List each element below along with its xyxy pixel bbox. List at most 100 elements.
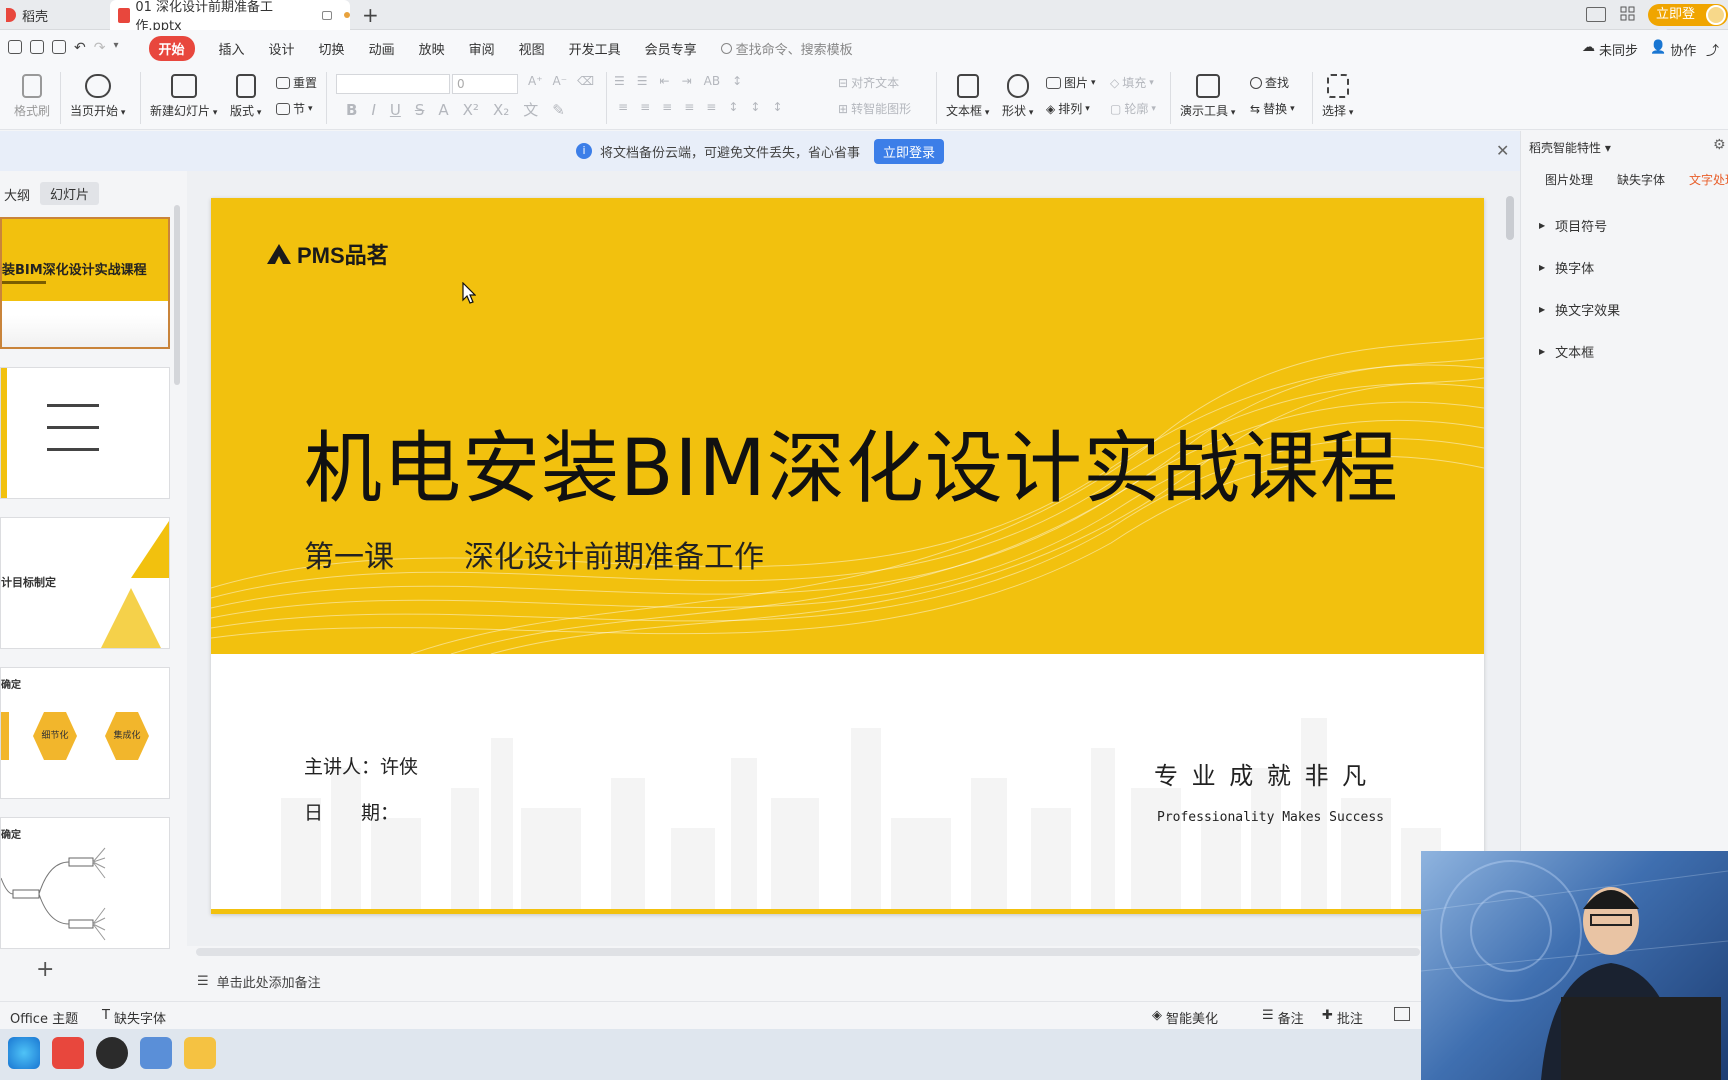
format-painter-button[interactable]: 格式刷 bbox=[14, 74, 50, 119]
subscript-icon[interactable]: X₂ bbox=[493, 101, 509, 119]
tab-current-file[interactable]: 01 深化设计前期准备工作.pptx bbox=[110, 0, 350, 34]
underline-icon[interactable]: U bbox=[390, 101, 401, 119]
panel-item-textbox[interactable]: ▶ 文本框 bbox=[1539, 342, 1594, 361]
slide-thumbnail-1[interactable]: 装BIM深化设计实战课程 bbox=[0, 217, 170, 349]
command-search[interactable]: 查找命令、搜索模板 bbox=[720, 39, 853, 58]
highlight-icon[interactable]: ✎ bbox=[552, 101, 565, 119]
notice-login-button[interactable]: 立即登录 bbox=[874, 138, 945, 164]
tab-outline[interactable]: 大纲 bbox=[4, 185, 30, 204]
smart-shape-button[interactable]: ⊞ 转智能图形 bbox=[838, 100, 911, 117]
bullet-list-icon[interactable]: ☰ bbox=[614, 74, 625, 88]
canvas-horizontal-scrollbar[interactable] bbox=[196, 948, 1420, 956]
select-button[interactable]: 选择 ▾ bbox=[1322, 74, 1353, 119]
font-size-select[interactable]: 0 bbox=[452, 74, 518, 94]
picture-button[interactable]: 图片 ▾ bbox=[1046, 74, 1096, 91]
print-preview-icon[interactable] bbox=[52, 40, 66, 54]
tab-docer-home[interactable]: 稻壳 bbox=[0, 0, 100, 30]
slide-thumbnail-2[interactable] bbox=[0, 367, 170, 499]
reset-button[interactable]: 重置 bbox=[276, 74, 317, 91]
decrease-indent-icon[interactable]: ⇤ bbox=[660, 74, 670, 88]
slide-thumbnail-3[interactable]: 计目标制定 bbox=[0, 517, 170, 649]
fill-button[interactable]: ◇ 填充 ▾ bbox=[1110, 74, 1154, 91]
slide-canvas[interactable]: PMS品茗 机电安装BIM深化设计实战课程 第一课 深化设计前期准备工作 主讲人… bbox=[211, 198, 1484, 914]
layout-icon[interactable] bbox=[1586, 7, 1606, 22]
italic-icon[interactable]: I bbox=[371, 101, 375, 119]
menu-animation[interactable]: 动画 bbox=[369, 39, 395, 58]
arrange-button[interactable]: ◈ 排列 ▾ bbox=[1046, 100, 1090, 117]
file-explorer-icon[interactable] bbox=[184, 1037, 216, 1069]
notes-toggle-button[interactable]: ☰ 备注 bbox=[1262, 1008, 1304, 1027]
text-direction-icon[interactable]: AB bbox=[704, 74, 720, 88]
align-left-icon[interactable]: ≡ bbox=[618, 100, 628, 114]
menu-home[interactable]: 开始 bbox=[148, 35, 195, 61]
canvas-vertical-scrollbar[interactable] bbox=[1506, 196, 1514, 240]
clear-format-icon[interactable]: ⌫ bbox=[577, 74, 594, 88]
presenter-tools-button[interactable]: 演示工具 ▾ bbox=[1180, 74, 1235, 119]
comments-button[interactable]: ✚ 批注 bbox=[1322, 1008, 1363, 1027]
theme-name[interactable]: Office 主题 bbox=[10, 1008, 78, 1027]
wps-office-icon[interactable] bbox=[52, 1037, 84, 1069]
layout-button[interactable]: 版式 ▾ bbox=[230, 74, 261, 119]
menu-insert[interactable]: 插入 bbox=[219, 39, 245, 58]
window-restore-icon[interactable] bbox=[321, 10, 333, 20]
font-shrink-icon[interactable]: A⁻ bbox=[553, 74, 568, 88]
strikethrough-icon[interactable]: S bbox=[415, 101, 425, 119]
tab-image-processing[interactable]: 图片处理 bbox=[1545, 171, 1593, 188]
thumbnail-scrollbar[interactable] bbox=[174, 205, 180, 385]
save-icon[interactable] bbox=[8, 40, 22, 54]
notes-pane[interactable]: ☰ 单击此处添加备注 bbox=[187, 962, 1420, 1000]
outline-button[interactable]: ▢ 轮廓 ▾ bbox=[1110, 100, 1156, 117]
gear-icon[interactable]: ⚙ bbox=[1713, 137, 1726, 153]
bold-icon[interactable]: B bbox=[346, 101, 357, 119]
menu-developer[interactable]: 开发工具 bbox=[569, 39, 621, 58]
app-icon[interactable] bbox=[140, 1037, 172, 1069]
replace-button[interactable]: ⇆ 替换 ▾ bbox=[1250, 100, 1295, 117]
tab-missing-font[interactable]: 缺失字体 bbox=[1617, 171, 1665, 188]
number-list-icon[interactable]: ☰ bbox=[637, 74, 648, 88]
textbox-button[interactable]: 文本框 ▾ bbox=[946, 74, 989, 119]
indent-spacing-icon[interactable]: ↕ bbox=[772, 100, 782, 114]
collaborate-button[interactable]: 👤 协作 bbox=[1650, 40, 1696, 59]
menu-member[interactable]: 会员专享 bbox=[645, 39, 697, 58]
edge-browser-icon[interactable] bbox=[8, 1037, 40, 1069]
superscript-icon[interactable]: X² bbox=[463, 101, 479, 119]
font-grow-icon[interactable]: A⁺ bbox=[528, 74, 543, 88]
sync-status[interactable]: ☁ 未同步 bbox=[1582, 40, 1638, 59]
line-spacing-icon[interactable]: ↕ bbox=[728, 100, 738, 114]
print-icon[interactable] bbox=[30, 40, 44, 54]
apps-grid-icon[interactable] bbox=[1620, 6, 1636, 22]
chevron-down-icon[interactable]: ▾ bbox=[113, 40, 118, 56]
align-center-icon[interactable]: ≡ bbox=[640, 100, 650, 114]
close-icon[interactable]: ✕ bbox=[1496, 141, 1509, 160]
smart-features-header[interactable]: 稻壳智能特性 ▾ bbox=[1529, 139, 1611, 156]
play-current-button[interactable]: 当页开始 ▾ bbox=[70, 74, 125, 119]
section-button[interactable]: 节 ▾ bbox=[276, 100, 313, 117]
find-button[interactable]: 查找 bbox=[1250, 74, 1289, 91]
missing-font-button[interactable]: T 缺失字体 bbox=[102, 1008, 166, 1027]
obs-studio-icon[interactable] bbox=[96, 1037, 128, 1069]
undo-icon[interactable]: ↶ bbox=[74, 40, 86, 56]
menu-design[interactable]: 设计 bbox=[269, 39, 295, 58]
avatar[interactable] bbox=[1706, 5, 1726, 25]
font-family-select[interactable] bbox=[336, 74, 450, 94]
panel-item-change-font[interactable]: ▶ 换字体 bbox=[1539, 258, 1594, 277]
tab-slides[interactable]: 幻灯片 bbox=[40, 182, 100, 205]
font-color-icon[interactable]: A bbox=[438, 101, 448, 119]
menu-transitions[interactable]: 切换 bbox=[319, 39, 345, 58]
smart-beautify-button[interactable]: ◈ 智能美化 bbox=[1152, 1008, 1218, 1027]
tab-text-processing[interactable]: 文字处理 bbox=[1689, 171, 1728, 188]
distribute-icon[interactable]: ≡ bbox=[706, 100, 716, 114]
shape-button[interactable]: 形状 ▾ bbox=[1002, 74, 1033, 119]
increase-indent-icon[interactable]: ⇥ bbox=[682, 74, 692, 88]
new-tab-button[interactable]: + bbox=[362, 0, 379, 30]
sort-icon[interactable]: ↕ bbox=[732, 74, 742, 88]
justify-icon[interactable]: ≡ bbox=[684, 100, 694, 114]
menu-review[interactable]: 审阅 bbox=[469, 39, 495, 58]
menu-slideshow[interactable]: 放映 bbox=[419, 39, 445, 58]
slide-thumbnail-5[interactable]: 确定 bbox=[0, 817, 170, 949]
menu-view[interactable]: 视图 bbox=[519, 39, 545, 58]
align-right-icon[interactable]: ≡ bbox=[662, 100, 672, 114]
slide-thumbnail-4[interactable]: 确定 细节化 集成化 bbox=[0, 667, 170, 799]
panel-item-text-effect[interactable]: ▶ 换文字效果 bbox=[1539, 300, 1620, 319]
share-icon[interactable]: ⤴ bbox=[1706, 40, 1719, 59]
